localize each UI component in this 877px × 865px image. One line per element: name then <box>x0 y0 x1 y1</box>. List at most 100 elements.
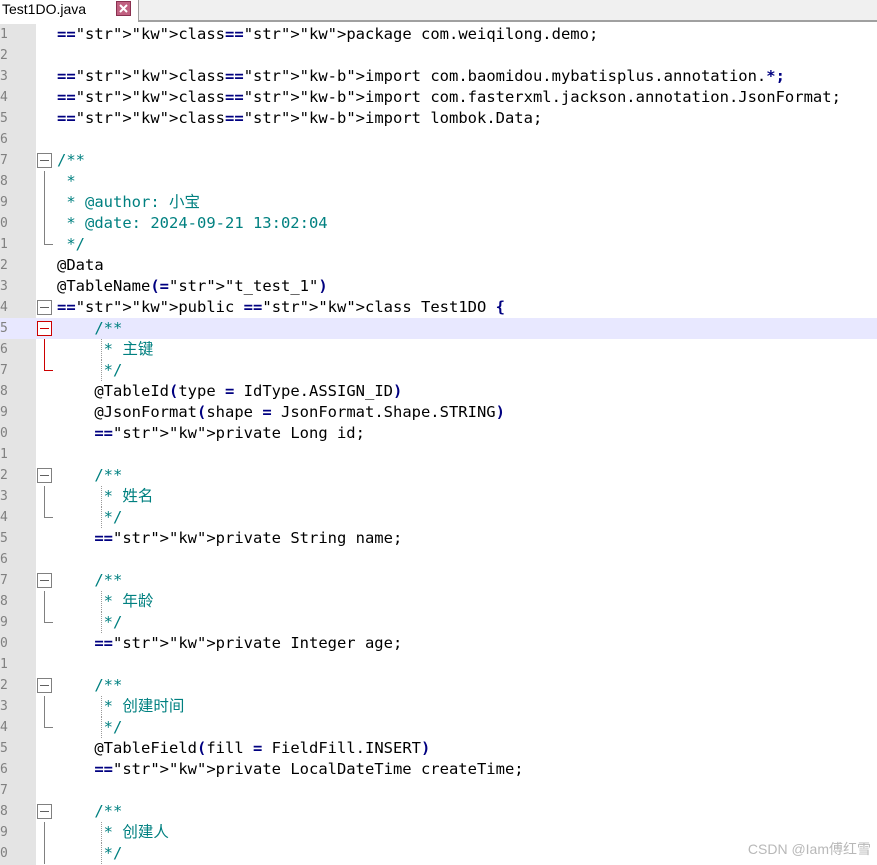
code-text[interactable]: * 姓名 <box>57 486 154 507</box>
code-line[interactable]: 8 @TableId(type = IdType.ASSIGN_ID) <box>0 381 877 402</box>
code-text[interactable]: =="str">"kw">class=="str">"kw-b">import … <box>57 66 785 87</box>
code-line[interactable]: 5 =="str">"kw">private String name; <box>0 528 877 549</box>
code-text[interactable]: * 年龄 <box>57 591 154 612</box>
code-line[interactable]: 3 =="str">"kw">class=="str">"kw-b">import… <box>0 66 877 87</box>
code-text[interactable]: */ <box>57 612 123 633</box>
fold-toggle-icon[interactable] <box>37 153 52 168</box>
code-line[interactable]: 4 =="str">"kw">class=="str">"kw-b">import… <box>0 87 877 108</box>
code-text[interactable]: =="str">"kw">class=="str">"kw-b">import … <box>57 108 542 129</box>
line-number: 5 <box>0 111 8 126</box>
fold-toggle-icon[interactable] <box>37 300 52 315</box>
code-text[interactable]: */ <box>57 360 123 381</box>
line-number: 9 <box>0 615 8 630</box>
line-number: 3 <box>0 489 8 504</box>
code-text[interactable]: =="str">"kw">private String name; <box>57 528 402 549</box>
code-text[interactable]: /** <box>57 318 122 339</box>
code-text[interactable]: /** <box>57 675 122 696</box>
code-line[interactable]: 2 /** <box>0 465 877 486</box>
line-number: 5 <box>0 741 8 756</box>
code-text[interactable]: * <box>57 171 75 192</box>
code-text[interactable]: @TableField(fill = FieldFill.INSERT) <box>57 738 430 759</box>
code-text[interactable]: @TableName(="str">"t_test_1") <box>57 276 328 297</box>
code-line[interactable]: 7 /** <box>0 150 877 171</box>
code-line[interactable]: 9 * @author: 小宝 <box>0 192 877 213</box>
fold-line <box>44 213 45 234</box>
code-text[interactable]: @TableId(type = IdType.ASSIGN_ID) <box>57 381 402 402</box>
code-line[interactable]: 9 @JsonFormat(shape = JsonFormat.Shape.S… <box>0 402 877 423</box>
code-text[interactable]: * 创建人 <box>57 822 169 843</box>
code-text[interactable]: =="str">"kw">private Integer age; <box>57 633 402 654</box>
code-line[interactable]: 0 */ <box>0 843 877 864</box>
fold-toggle-icon[interactable] <box>37 678 52 693</box>
code-line[interactable]: 0 =="str">"kw">private Long id; <box>0 423 877 444</box>
code-text[interactable]: /** <box>57 465 122 486</box>
code-line[interactable]: 2 @Data <box>0 255 877 276</box>
code-line[interactable]: 1 <box>0 654 877 675</box>
file-tab[interactable]: Test1DO.java <box>0 0 139 22</box>
fold-toggle-icon[interactable] <box>37 321 52 336</box>
code-line[interactable]: 7 */ <box>0 360 877 381</box>
code-text[interactable]: * 创建时间 <box>57 696 185 717</box>
code-text[interactable]: /** <box>57 801 122 822</box>
code-line[interactable]: 7 <box>0 780 877 801</box>
code-text[interactable]: */ <box>57 507 123 528</box>
code-line[interactable]: 8 * <box>0 171 877 192</box>
fold-toggle-icon[interactable] <box>37 804 52 819</box>
fold-line <box>44 696 45 717</box>
code-line[interactable]: 5 =="str">"kw">class=="str">"kw-b">import… <box>0 108 877 129</box>
code-text[interactable]: */ <box>57 234 85 255</box>
code-text[interactable]: * @author: 小宝 <box>57 192 200 213</box>
line-number: 4 <box>0 300 8 315</box>
code-line[interactable]: 3 @TableName(="str">"t_test_1") <box>0 276 877 297</box>
fold-toggle-icon[interactable] <box>37 573 52 588</box>
code-line[interactable]: 4 */ <box>0 717 877 738</box>
code-text[interactable]: =="str">"kw">class=="str">"kw-b">import … <box>57 87 841 108</box>
code-text[interactable]: =="str">"kw">private LocalDateTime creat… <box>57 759 523 780</box>
code-line[interactable]: 6 <box>0 129 877 150</box>
code-line[interactable]: 6 <box>0 549 877 570</box>
code-line[interactable]: 4 =="str">"kw">public =="str">"kw">class … <box>0 297 877 318</box>
code-text[interactable]: =="str">"kw">private Long id; <box>57 423 365 444</box>
code-editor[interactable]: 1 =="str">"kw">class=="str">"kw">package … <box>0 24 877 865</box>
code-text[interactable]: * @date: 2024-09-21 13:02:04 <box>57 213 327 234</box>
code-line[interactable]: 8 /** <box>0 801 877 822</box>
code-line[interactable]: 5 /** <box>0 318 877 339</box>
code-line[interactable]: 3 * 创建时间 <box>0 696 877 717</box>
code-line[interactable]: 7 /** <box>0 570 877 591</box>
code-line[interactable]: 5 @TableField(fill = FieldFill.INSERT) <box>0 738 877 759</box>
code-line[interactable]: 0 =="str">"kw">private Integer age; <box>0 633 877 654</box>
code-line[interactable]: 8 * 年龄 <box>0 591 877 612</box>
code-text[interactable]: */ <box>57 717 123 738</box>
code-text[interactable]: /** <box>57 570 122 591</box>
code-text[interactable]: =="str">"kw">class=="str">"kw">package c… <box>57 24 598 45</box>
code-text[interactable]: * 主键 <box>57 339 154 360</box>
fold-line <box>44 591 45 612</box>
code-line[interactable]: 9 * 创建人 <box>0 822 877 843</box>
line-number: 6 <box>0 342 8 357</box>
code-text[interactable]: /** <box>57 150 85 171</box>
code-line[interactable]: 0 * @date: 2024-09-21 13:02:04 <box>0 213 877 234</box>
code-line[interactable]: 1 */ <box>0 234 877 255</box>
code-line[interactable]: 2 <box>0 45 877 66</box>
code-line[interactable]: 3 * 姓名 <box>0 486 877 507</box>
code-text[interactable]: @JsonFormat(shape = JsonFormat.Shape.STR… <box>57 402 505 423</box>
line-number: 3 <box>0 69 8 84</box>
code-line[interactable]: 1 =="str">"kw">class=="str">"kw">package … <box>0 24 877 45</box>
line-number: 5 <box>0 531 8 546</box>
fold-toggle-icon[interactable] <box>37 468 52 483</box>
close-icon[interactable] <box>116 1 131 16</box>
fold-end-marker <box>44 360 53 371</box>
line-number: 9 <box>0 825 8 840</box>
code-line[interactable]: 6 =="str">"kw">private LocalDateTime cre… <box>0 759 877 780</box>
code-line[interactable]: 1 <box>0 444 877 465</box>
code-line[interactable]: 6 * 主键 <box>0 339 877 360</box>
watermark: CSDN @Iam傅红雪 <box>747 841 871 857</box>
code-text[interactable]: @Data <box>57 255 104 276</box>
code-line[interactable]: 2 /** <box>0 675 877 696</box>
tab-label[interactable]: Test1DO.java <box>2 0 86 18</box>
code-line[interactable]: 4 */ <box>0 507 877 528</box>
code-text[interactable]: =="str">"kw">public =="str">"kw">class T… <box>57 297 505 318</box>
line-number: 9 <box>0 405 8 420</box>
code-line[interactable]: 9 */ <box>0 612 877 633</box>
code-text[interactable]: */ <box>57 843 123 864</box>
